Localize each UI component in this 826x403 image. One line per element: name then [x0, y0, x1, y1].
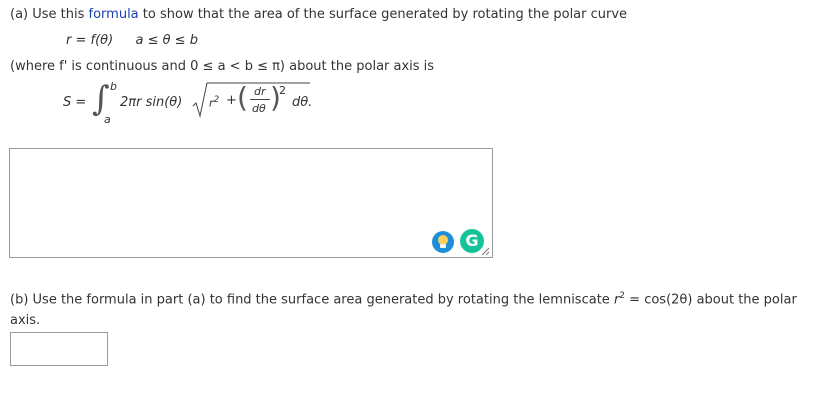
- part-b-line1: (b) Use the formula in part (a) to find …: [10, 292, 614, 308]
- answer-box-part-b[interactable]: [10, 332, 108, 366]
- frac-numerator: dr: [254, 85, 266, 98]
- condition-text: (where f' is continuous and 0 ≤ a < b ≤ …: [10, 59, 435, 74]
- left-paren: (: [237, 81, 248, 114]
- r-squared: r2: [209, 95, 219, 110]
- lower-limit: a: [104, 113, 111, 126]
- curve-equation: r = f(θ) a ≤ θ ≤ b: [66, 33, 198, 48]
- formula-link[interactable]: formula: [89, 7, 139, 22]
- plus-sign: +: [226, 93, 237, 108]
- upper-limit: b: [110, 80, 117, 93]
- part-a-intro: (a) Use this formula to show that the ar…: [10, 7, 627, 22]
- part-a-intro-suffix: to show that the area of the surface gen…: [138, 7, 628, 22]
- fraction-bar: [250, 99, 270, 100]
- curve-range: a ≤ θ ≤ b: [135, 33, 198, 48]
- answer-box-part-a[interactable]: [9, 148, 493, 258]
- lemniscate-rest: = cos(2θ) about the polar: [625, 292, 797, 308]
- formula-lhs: S =: [63, 95, 87, 110]
- integral-sign: ∫: [92, 79, 110, 119]
- frac-denominator: dθ: [252, 102, 266, 115]
- curve-eq: r = f(θ): [66, 33, 114, 48]
- r-exponent: 2: [213, 95, 220, 105]
- integrand: 2πr sin(θ): [120, 95, 183, 110]
- paren-exponent: 2: [279, 84, 286, 97]
- part-a-intro-prefix: (a) Use this: [10, 7, 89, 22]
- d-theta: dθ.: [292, 95, 313, 110]
- resize-handle-icon[interactable]: [480, 246, 490, 256]
- part-b-prompt: (b) Use the formula in part (a) to find …: [10, 291, 797, 307]
- part-b-line2: axis.: [10, 313, 41, 328]
- lightbulb-icon[interactable]: [432, 231, 454, 253]
